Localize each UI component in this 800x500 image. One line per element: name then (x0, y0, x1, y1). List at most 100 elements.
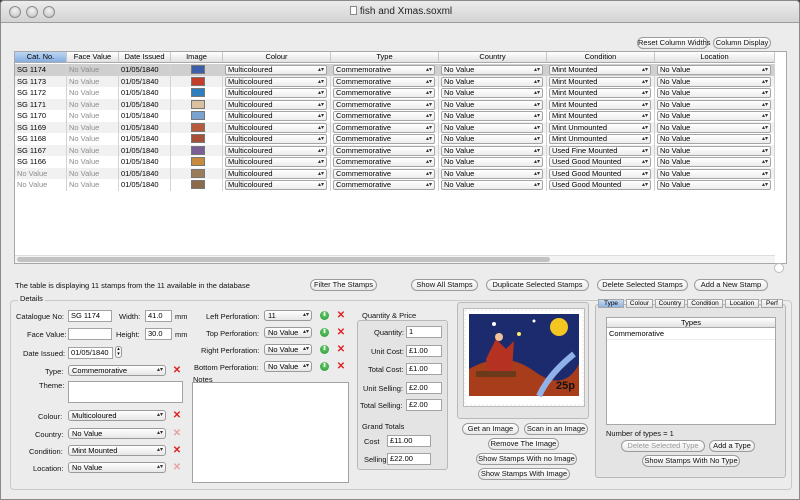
condition-combo[interactable]: Mint Mounted ▴▾ (549, 88, 651, 98)
filter-stamps-button[interactable]: Filter The Stamps (310, 279, 377, 291)
clear-bottom-perforation-icon[interactable]: ✕ (336, 362, 346, 372)
column-header-location[interactable]: Location (655, 52, 775, 63)
location-combo[interactable]: No Value ▴▾ (657, 88, 771, 98)
type-combo[interactable]: Commemorative ▴▾ (333, 134, 435, 144)
bottom-perforation-popup[interactable]: No Value ▴▾ (264, 361, 312, 372)
type-combo[interactable]: Commemorative ▴▾ (333, 111, 435, 121)
condition-combo[interactable]: Mint Mounted ▴▾ (549, 111, 651, 121)
country-combo[interactable]: No Value ▴▾ (441, 122, 543, 133)
type-combo[interactable]: Commemorative ▴▾ (333, 145, 435, 156)
country-combo[interactable]: No Value ▴▾ (441, 88, 543, 98)
date-issued-field[interactable]: 01/05/1840 (68, 347, 113, 359)
catalogue-field[interactable]: SG 1174 (68, 310, 112, 322)
country-combo[interactable]: No Value ▴▾ (441, 76, 543, 87)
colour-combo[interactable]: Multicoloured ▴▾ (225, 168, 327, 179)
country-combo[interactable]: No Value ▴▾ (441, 111, 543, 121)
location-combo[interactable]: No Value ▴▾ (657, 122, 771, 133)
scan-image-button[interactable]: Scan in an Image (524, 423, 588, 435)
add-stamp-button[interactable]: Add a New Stamp (694, 279, 768, 291)
quantity-field[interactable]: 1 (406, 326, 442, 338)
clear-right-perforation-icon[interactable]: ✕ (336, 345, 346, 355)
location-combo[interactable]: No Value ▴▾ (657, 65, 771, 75)
duplicate-stamps-button[interactable]: Duplicate Selected Stamps (486, 279, 589, 291)
colour-combo[interactable]: Multicoloured ▴▾ (225, 99, 327, 110)
tab-type[interactable]: Type (598, 299, 624, 308)
type-combo[interactable]: Commemorative ▴▾ (333, 157, 435, 167)
country-combo[interactable]: No Value ▴▾ (441, 99, 543, 110)
clear-colour-icon[interactable]: ✕ (172, 411, 182, 421)
type-combo[interactable]: Commemorative ▴▾ (333, 76, 435, 87)
type-combo[interactable]: Commemorative ▴▾ (333, 88, 435, 98)
show-no-image-button[interactable]: Show Stamps With no Image (476, 453, 577, 465)
clear-type-icon[interactable]: ✕ (172, 366, 182, 376)
face-value-field[interactable] (68, 328, 112, 340)
column-header-colour[interactable]: Colour (223, 52, 331, 63)
location-combo[interactable]: No Value ▴▾ (657, 76, 771, 87)
country-combo[interactable]: No Value ▴▾ (441, 145, 543, 156)
type-combo[interactable]: Commemorative ▴▾ (333, 122, 435, 133)
location-combo[interactable]: No Value ▴▾ (657, 145, 771, 156)
arrow-up-icon[interactable]: ⬆ (320, 362, 329, 371)
delete-type-button[interactable]: Delete Selected Type (621, 440, 705, 452)
type-combo[interactable]: Commemorative ▴▾ (333, 99, 435, 110)
total-cost-field[interactable]: £1.00 (406, 363, 442, 375)
condition-combo[interactable]: Used Good Mounted ▴▾ (549, 180, 651, 190)
total-selling-field[interactable]: £2.00 (406, 399, 442, 411)
right-perforation-popup[interactable]: No Value ▴▾ (264, 344, 312, 355)
unit-selling-field[interactable]: £2.00 (406, 382, 442, 394)
list-item[interactable]: Commemorative (607, 328, 775, 340)
add-type-button[interactable]: Add a Type (709, 440, 755, 452)
show-with-image-button[interactable]: Show Stamps With Image (478, 468, 570, 480)
condition-combo[interactable]: Used Good Mounted ▴▾ (549, 168, 651, 179)
colour-combo[interactable]: Multicoloured ▴▾ (225, 65, 327, 75)
location-combo[interactable]: No Value ▴▾ (657, 180, 771, 190)
column-header-type[interactable]: Type (331, 52, 439, 63)
theme-field[interactable] (68, 381, 183, 403)
type-combo[interactable]: Commemorative ▴▾ (333, 180, 435, 190)
colour-combo[interactable]: Multicoloured ▴▾ (225, 76, 327, 87)
arrow-up-icon[interactable]: ⬆ (320, 345, 329, 354)
condition-combo[interactable]: Used Good Mounted ▴▾ (549, 157, 651, 167)
height-field[interactable]: 30.0 (145, 328, 172, 340)
remove-image-button[interactable]: Remove The Image (488, 438, 559, 450)
location-combo[interactable]: No Value ▴▾ (657, 111, 771, 121)
arrow-down-icon[interactable]: ⬇ (320, 311, 329, 320)
tab-condition[interactable]: Condition (687, 299, 723, 308)
location-combo[interactable]: No Value ▴▾ (657, 157, 771, 167)
clear-top-perforation-icon[interactable]: ✕ (336, 328, 346, 338)
tab-location[interactable]: Location (725, 299, 759, 308)
unit-cost-field[interactable]: £1.00 (406, 345, 442, 357)
type-combo[interactable]: Commemorative ▴▾ (333, 65, 435, 75)
country-combo[interactable]: No Value ▴▾ (441, 134, 543, 144)
colour-combo[interactable]: Multicoloured ▴▾ (225, 122, 327, 133)
condition-combo[interactable]: Mint Unmounted ▴▾ (549, 122, 651, 133)
column-header-date-issued[interactable]: Date Issued (119, 52, 171, 63)
arrow-up-icon[interactable]: ⬆ (320, 328, 329, 337)
type-popup[interactable]: Commemorative ▴▾ (68, 365, 166, 376)
width-field[interactable]: 41.0 (145, 310, 172, 322)
stamp-image[interactable]: 25p (463, 308, 585, 407)
type-combo[interactable]: Commemorative ▴▾ (333, 168, 435, 179)
condition-combo[interactable]: Mint Mounted ▴▾ (549, 76, 651, 87)
show-all-stamps-button[interactable]: Show All Stamps (411, 279, 478, 291)
column-header-cat-no[interactable]: Cat. No. (15, 52, 67, 63)
column-display-button[interactable]: Column Display (713, 37, 771, 49)
colour-combo[interactable]: Multicoloured ▴▾ (225, 180, 327, 190)
country-combo[interactable]: No Value ▴▾ (441, 65, 543, 75)
show-no-type-button[interactable]: Show Stamps With No Type (642, 455, 740, 467)
condition-combo[interactable]: Mint Mounted ▴▾ (549, 99, 651, 110)
location-combo[interactable]: No Value ▴▾ (657, 168, 771, 179)
country-popup[interactable]: No Value ▴▾ (68, 428, 166, 439)
country-combo[interactable]: No Value ▴▾ (441, 168, 543, 179)
get-image-button[interactable]: Get an Image (462, 423, 519, 435)
column-header-condition[interactable]: Condition (547, 52, 655, 63)
top-perforation-popup[interactable]: No Value ▴▾ (264, 327, 312, 338)
country-combo[interactable]: No Value ▴▾ (441, 157, 543, 167)
notes-field[interactable] (192, 382, 349, 483)
colour-popup[interactable]: Multicoloured ▴▾ (68, 410, 166, 421)
vertical-scrollbar[interactable] (774, 263, 784, 273)
colour-combo[interactable]: Multicoloured ▴▾ (225, 111, 327, 121)
colour-combo[interactable]: Multicoloured ▴▾ (225, 88, 327, 98)
types-list[interactable]: Types Commemorative (606, 317, 776, 425)
clear-condition-icon[interactable]: ✕ (172, 446, 182, 456)
